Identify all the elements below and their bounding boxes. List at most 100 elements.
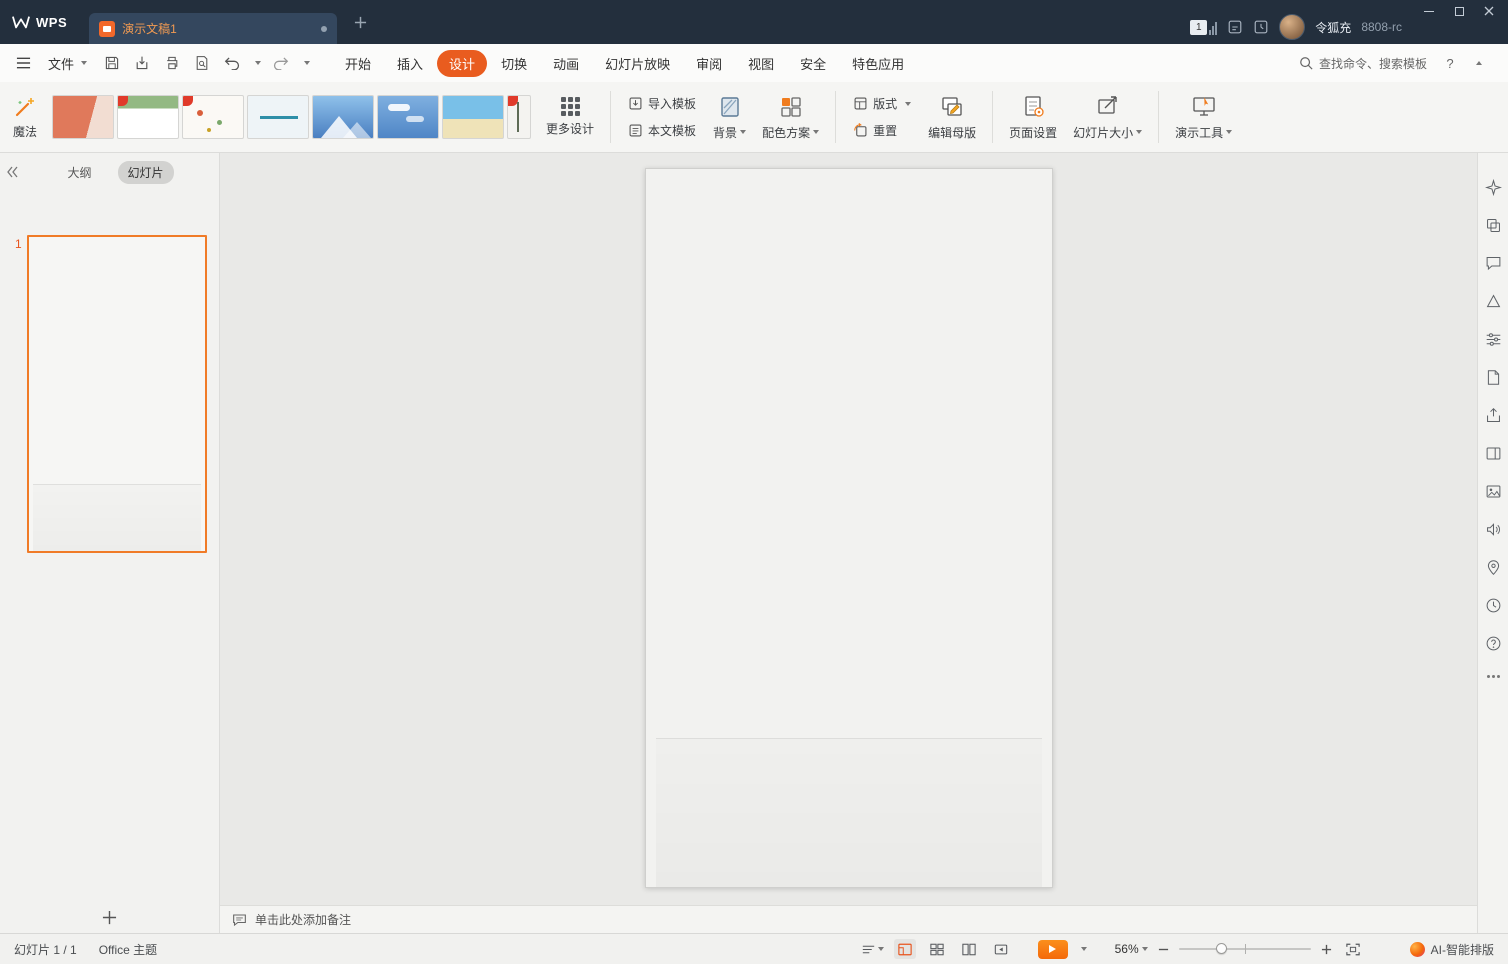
layers-icon[interactable] [1485,217,1502,234]
output-button[interactable] [129,51,155,75]
document-tab[interactable]: 演示文稿1 [89,13,338,44]
tab-insert[interactable]: 插入 [385,50,435,77]
tab-transition[interactable]: 切换 [489,50,539,77]
more-tools-icon[interactable] [1486,675,1500,678]
close-button[interactable] [1474,2,1504,20]
design-template-thumbnail-green-leaf[interactable] [117,95,180,139]
zoom-in-button[interactable] [1321,944,1332,955]
import-template-button[interactable]: 导入模板 [622,93,702,114]
hamburger-menu-icon[interactable] [10,51,36,75]
edit-master-icon [942,96,962,116]
magic-wand-icon [15,97,34,116]
background-button[interactable]: 背景 [708,92,751,143]
slide-canvas[interactable] [220,153,1477,905]
zoom-slider[interactable] [1178,939,1311,959]
reset-button[interactable]: 重置 [847,120,917,141]
doc-template-button[interactable]: 本文模板 [622,120,702,141]
ai-smart-layout-button[interactable]: AI-智能排版 [1409,941,1494,958]
fit-to-window-button[interactable] [1342,939,1364,959]
document-icon[interactable] [1485,369,1502,386]
design-template-thumbnail-teal-doc[interactable] [247,95,310,139]
design-template-thumbnail-floral[interactable] [182,95,245,139]
file-menu-label: 文件 [48,56,75,72]
maximize-button[interactable] [1444,2,1474,20]
undo-dropdown[interactable] [249,51,263,75]
tab-security[interactable]: 安全 [788,50,838,77]
badge-count: 1 [1190,19,1208,35]
upload-status-badge[interactable]: 1 [1190,19,1218,35]
tab-review[interactable]: 审阅 [684,50,734,77]
redo-button[interactable] [267,51,293,75]
design-template-thumbnail-mountain[interactable] [312,95,375,139]
slide-thumbnail[interactable] [27,235,207,553]
panel-layout-icon[interactable] [1485,445,1502,462]
play-slideshow-button[interactable] [1037,939,1068,959]
zoom-out-button[interactable] [1158,944,1169,955]
tab-design[interactable]: 设计 [437,49,488,77]
outline-tab[interactable]: 大纲 [57,161,101,184]
print-preview-button[interactable] [189,51,215,75]
color-scheme-button[interactable]: 配色方案 [757,92,824,143]
audio-icon[interactable] [1485,521,1502,538]
play-options-dropdown[interactable] [1080,947,1087,951]
slideshow-loop-button[interactable] [990,939,1012,959]
doc-sync-icon[interactable] [1227,19,1243,35]
presentation-tools-button[interactable]: 演示工具 [1170,92,1237,143]
shape-icon[interactable] [1485,293,1502,310]
collapse-ribbon-button[interactable] [1476,61,1482,65]
notes-bar[interactable]: 单击此处添加备注 [220,905,1477,933]
settings-sliders-icon[interactable] [1485,331,1502,348]
save-button[interactable] [99,51,125,75]
chevron-down-icon [1136,130,1143,134]
user-name[interactable]: 令狐充 [1315,19,1351,36]
app-name: WPS [36,14,68,30]
beautify-icon[interactable] [1484,179,1502,196]
design-template-thumbnail-beach[interactable] [442,95,505,139]
collapse-panel-icon[interactable] [6,166,18,178]
magic-button[interactable]: 魔法 [8,93,42,142]
new-tab-button[interactable] [347,9,373,35]
tab-home[interactable]: 开始 [333,50,383,77]
add-slide-button[interactable] [102,910,117,925]
tab-slideshow[interactable]: 幻灯片放映 [593,50,682,77]
quick-access-more[interactable] [297,51,313,75]
share-icon[interactable] [1485,407,1502,424]
slides-tab[interactable]: 幻灯片 [117,160,174,184]
slide-sorter-view-button[interactable] [926,939,948,959]
more-designs-button[interactable]: 更多设计 [541,95,599,139]
history-clock-icon[interactable] [1485,597,1502,614]
tab-special-apps[interactable]: 特色应用 [840,50,916,77]
help-icon[interactable] [1485,635,1502,652]
search-placeholder-text: 查找命令、搜索模板 [1318,56,1427,71]
current-slide[interactable] [644,168,1053,888]
edit-master-button[interactable]: 编辑母版 [923,92,981,143]
layout-button[interactable]: 版式 [847,93,917,114]
normal-view-button[interactable] [893,939,916,959]
print-button[interactable] [159,51,185,75]
zoom-slider-knob[interactable] [1215,943,1227,954]
file-menu-button[interactable]: 文件 [40,50,95,76]
slide-size-button[interactable]: 幻灯片大小 [1068,92,1147,143]
minimize-button[interactable] [1414,2,1444,20]
comment-icon[interactable] [1485,255,1502,272]
tab-view[interactable]: 视图 [736,50,786,77]
location-pin-icon[interactable] [1485,559,1502,576]
help-button[interactable]: ? [1441,56,1459,71]
page-setup-button[interactable]: 页面设置 [1004,92,1062,143]
command-search[interactable]: 查找命令、搜索模板 [1299,55,1427,72]
design-template-thumbnail-orange[interactable] [52,95,115,139]
theme-name[interactable]: Office 主题 [99,941,157,958]
wps-logo[interactable]: WPS [0,0,81,44]
tab-animation[interactable]: 动画 [541,50,591,77]
doc-history-icon[interactable] [1253,19,1269,35]
reading-view-button[interactable] [958,939,980,959]
presentation-tools-icon [1192,96,1215,116]
notes-toggle-icon[interactable] [862,939,884,959]
tab-unsaved-dot[interactable] [321,25,328,32]
undo-button[interactable] [219,51,245,75]
image-icon[interactable] [1485,483,1502,500]
user-avatar[interactable] [1279,14,1306,40]
design-template-thumbnail-palm-partial[interactable] [507,95,532,139]
zoom-percent[interactable]: 56% [1115,942,1148,956]
design-template-thumbnail-sky[interactable] [377,95,440,139]
